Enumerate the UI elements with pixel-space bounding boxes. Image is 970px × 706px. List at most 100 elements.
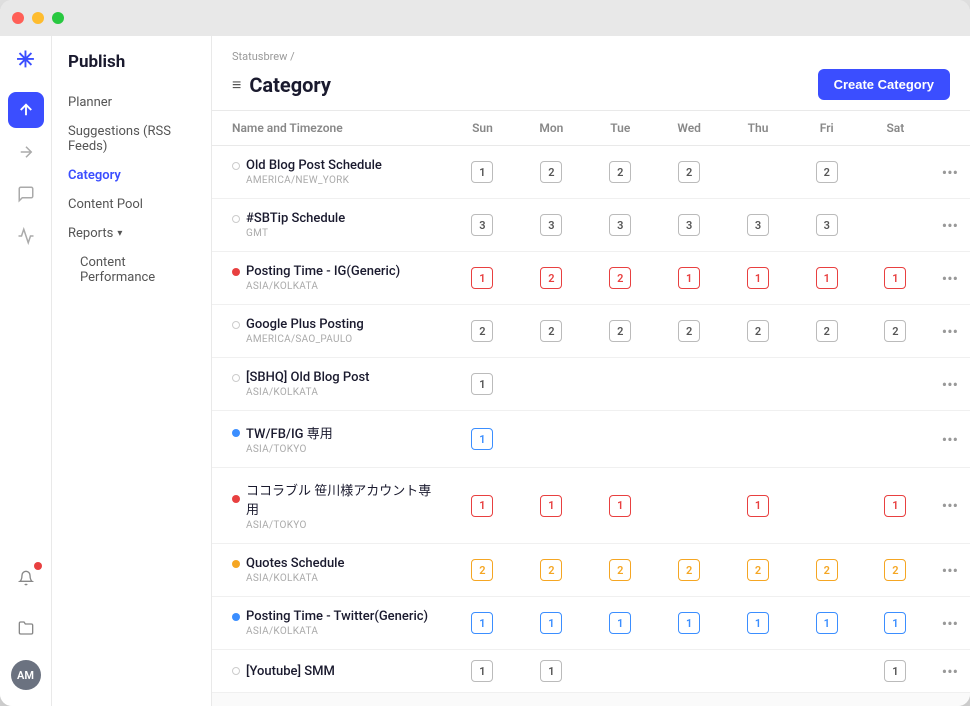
day-badge[interactable]: 3 [609,214,631,236]
rail-bottom: AM [8,560,44,698]
day-badge[interactable]: 2 [540,320,562,342]
day-cell-thu: 1 [724,252,793,305]
user-avatar[interactable]: AM [11,660,41,690]
more-options-icon[interactable]: ••• [942,269,958,288]
more-options-icon[interactable]: ••• [942,163,958,182]
day-badge[interactable]: 1 [471,267,493,289]
row-action-menu[interactable]: ••• [930,411,970,468]
publish-nav-icon[interactable] [8,92,44,128]
more-options-icon[interactable]: ••• [942,496,958,515]
day-badge[interactable]: 1 [884,612,906,634]
create-category-button[interactable]: Create Category [818,69,950,100]
day-badge[interactable]: 2 [540,267,562,289]
day-badge[interactable]: 1 [540,612,562,634]
day-badge[interactable]: 1 [747,267,769,289]
day-badge[interactable]: 1 [747,612,769,634]
day-badge[interactable]: 1 [609,612,631,634]
more-options-icon[interactable]: ••• [942,322,958,341]
day-badge[interactable]: 1 [884,267,906,289]
col-fri: Fri [792,111,861,146]
row-action-menu[interactable]: ••• [930,650,970,693]
close-dot[interactable] [12,12,24,24]
day-cell-mon: 1 [517,650,586,693]
day-badge[interactable]: 2 [816,559,838,581]
row-action-menu[interactable]: ••• [930,597,970,650]
day-badge[interactable]: 1 [747,495,769,517]
col-thu: Thu [724,111,793,146]
row-action-menu[interactable]: ••• [930,305,970,358]
sidebar-item-suggestions[interactable]: Suggestions (RSS Feeds) [52,117,211,161]
day-badge[interactable]: 3 [747,214,769,236]
day-badge[interactable]: 1 [540,495,562,517]
day-badge[interactable]: 2 [609,161,631,183]
more-options-icon[interactable]: ••• [942,216,958,235]
day-badge[interactable]: 3 [471,214,493,236]
day-badge[interactable]: 2 [609,320,631,342]
day-badge[interactable]: 1 [816,612,838,634]
day-badge[interactable]: 2 [609,559,631,581]
day-badge[interactable]: 1 [471,660,493,682]
row-action-menu[interactable]: ••• [930,544,970,597]
day-badge[interactable]: 1 [609,495,631,517]
sidebar-item-reports[interactable]: Reports ▾ [52,219,211,248]
day-badge[interactable]: 2 [471,559,493,581]
table-header-row: Name and Timezone Sun Mon Tue Wed Thu Fr… [212,111,970,146]
day-badge[interactable]: 1 [471,495,493,517]
folder-rail-icon[interactable] [8,610,44,646]
more-options-icon[interactable]: ••• [942,561,958,580]
day-badge[interactable]: 2 [884,320,906,342]
day-badge[interactable]: 1 [678,612,700,634]
day-badge[interactable]: 1 [816,267,838,289]
row-action-menu[interactable]: ••• [930,468,970,544]
day-badge[interactable]: 2 [884,559,906,581]
day-badge[interactable]: 2 [540,559,562,581]
day-badge[interactable]: 2 [678,320,700,342]
day-badge[interactable]: 1 [540,660,562,682]
suggestions-nav-icon[interactable] [8,134,44,170]
day-badge[interactable]: 2 [816,320,838,342]
row-action-menu[interactable]: ••• [930,146,970,199]
day-badge[interactable]: 1 [678,267,700,289]
day-badge[interactable]: 3 [678,214,700,236]
col-mon: Mon [517,111,586,146]
sidebar-item-category[interactable]: Category [52,161,211,190]
day-badge[interactable]: 2 [471,320,493,342]
more-options-icon[interactable]: ••• [942,614,958,633]
day-badge[interactable]: 1 [884,495,906,517]
day-badge[interactable]: 1 [471,161,493,183]
day-cell-thu: 2 [724,544,793,597]
sidebar-item-content-pool[interactable]: Content Pool [52,190,211,219]
day-cell-sat: 2 [861,305,930,358]
day-badge[interactable]: 1 [471,373,493,395]
day-badge[interactable]: 2 [747,559,769,581]
col-sat: Sat [861,111,930,146]
day-badge[interactable]: 3 [540,214,562,236]
day-cell-tue [586,358,655,411]
schedule-name: Quotes Schedule [246,556,344,571]
row-action-menu[interactable]: ••• [930,252,970,305]
more-options-icon[interactable]: ••• [942,662,958,681]
row-action-menu[interactable]: ••• [930,199,970,252]
analytics-nav-icon[interactable] [8,218,44,254]
maximize-dot[interactable] [52,12,64,24]
schedule-name: ココラブル 笹川様アカウント専用 [246,480,436,518]
day-badge[interactable]: 3 [816,214,838,236]
day-badge[interactable]: 2 [816,161,838,183]
day-badge[interactable]: 1 [884,660,906,682]
sidebar-item-planner[interactable]: Planner [52,88,211,117]
day-badge[interactable]: 1 [471,612,493,634]
day-badge[interactable]: 2 [609,267,631,289]
row-action-menu[interactable]: ••• [930,358,970,411]
notification-rail-icon[interactable] [8,560,44,596]
minimize-dot[interactable] [32,12,44,24]
day-badge[interactable]: 1 [471,428,493,450]
day-badge[interactable]: 2 [540,161,562,183]
day-badge[interactable]: 2 [678,161,700,183]
sidebar-item-content-performance[interactable]: Content Performance [52,248,211,292]
day-badge[interactable]: 2 [678,559,700,581]
comments-nav-icon[interactable] [8,176,44,212]
more-options-icon[interactable]: ••• [942,430,958,449]
sidebar-title: Publish [52,52,211,88]
day-badge[interactable]: 2 [747,320,769,342]
more-options-icon[interactable]: ••• [942,375,958,394]
